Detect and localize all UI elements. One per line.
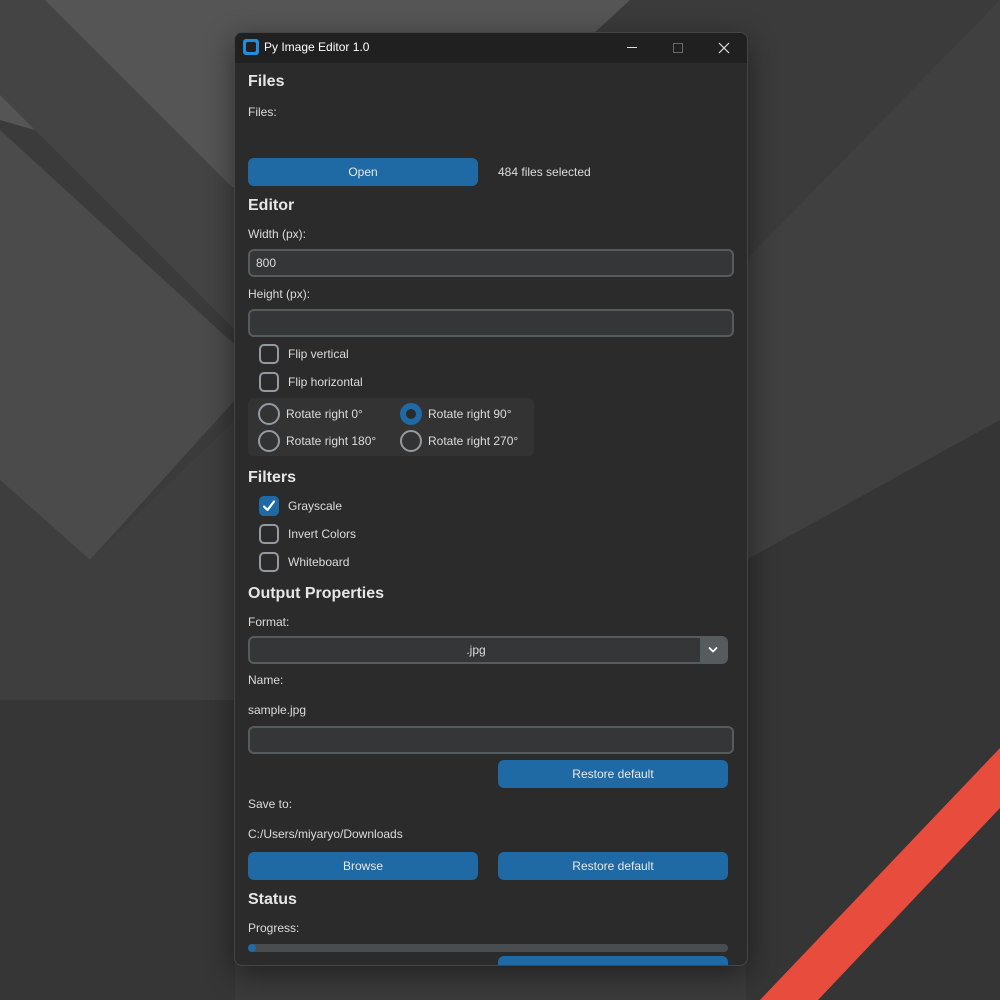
- rotate-0-radio[interactable]: [258, 403, 280, 425]
- name-value: sample.jpg: [248, 703, 307, 717]
- main-content: Files Files: Open 484 files selected Edi…: [235, 63, 747, 965]
- format-value: .jpg: [466, 643, 486, 657]
- progress-bar: [248, 944, 728, 952]
- progress-label: Progress:: [248, 921, 300, 935]
- save-to-label: Save to:: [248, 797, 293, 811]
- rotate-180-radio[interactable]: [258, 430, 280, 452]
- chevron-down-icon: [708, 647, 718, 653]
- rotate-0-label[interactable]: Rotate right 0°: [286, 407, 363, 421]
- minimize-button[interactable]: [609, 33, 655, 63]
- rotate-90-radio[interactable]: [400, 403, 422, 425]
- name-input[interactable]: [248, 726, 734, 754]
- flip-horizontal-label[interactable]: Flip horizontal: [288, 375, 363, 389]
- flip-horizontal-checkbox[interactable]: [259, 372, 279, 392]
- rotate-90-label[interactable]: Rotate right 90°: [428, 407, 512, 421]
- format-dropdown-button[interactable]: [700, 638, 726, 662]
- editor-heading: Editor: [248, 197, 295, 214]
- save-path-value: C:/Users/miyaryo/Downloads: [248, 827, 403, 841]
- whiteboard-label[interactable]: Whiteboard: [288, 555, 349, 569]
- browse-button[interactable]: Browse: [248, 852, 478, 880]
- height-input[interactable]: [248, 309, 734, 337]
- rotate-180-label[interactable]: Rotate right 180°: [286, 434, 376, 448]
- files-label: Files:: [248, 105, 277, 119]
- height-label: Height (px):: [248, 287, 311, 301]
- files-selected-count: 484 files selected: [498, 165, 591, 179]
- maximize-button[interactable]: [655, 33, 701, 63]
- format-label: Format:: [248, 615, 290, 629]
- width-label: Width (px):: [248, 227, 307, 241]
- checkmark-icon: [262, 500, 276, 512]
- restore-default-path-button[interactable]: Restore default: [498, 852, 728, 880]
- invert-colors-label[interactable]: Invert Colors: [288, 527, 356, 541]
- invert-colors-checkbox[interactable]: [259, 524, 279, 544]
- width-input[interactable]: [248, 249, 734, 277]
- start-button[interactable]: Start: [498, 956, 728, 965]
- flip-vertical-label[interactable]: Flip vertical: [288, 347, 349, 361]
- name-label: Name:: [248, 673, 284, 687]
- window-title: Py Image Editor 1.0: [264, 40, 370, 54]
- maximize-icon: [673, 43, 683, 53]
- app-logo-icon: [243, 39, 259, 55]
- progress-bar-fill: [248, 944, 256, 952]
- open-button[interactable]: Open: [248, 158, 478, 186]
- desktop: Py Image Editor 1.0 Files Files: Open 48…: [0, 0, 1000, 1000]
- restore-default-name-button[interactable]: Restore default: [498, 760, 728, 788]
- title-bar[interactable]: Py Image Editor 1.0: [235, 33, 747, 63]
- close-button[interactable]: [701, 33, 747, 63]
- rotate-270-label[interactable]: Rotate right 270°: [428, 434, 518, 448]
- status-heading: Status: [248, 891, 297, 908]
- close-icon: [718, 42, 730, 54]
- rotation-group: Rotate right 0° Rotate right 90° Rotate …: [248, 398, 534, 456]
- filters-heading: Filters: [248, 469, 297, 486]
- whiteboard-checkbox[interactable]: [259, 552, 279, 572]
- app-window: Py Image Editor 1.0 Files Files: Open 48…: [234, 32, 748, 966]
- flip-vertical-checkbox[interactable]: [259, 344, 279, 364]
- grayscale-label[interactable]: Grayscale: [288, 499, 342, 513]
- output-heading: Output Properties: [248, 585, 385, 602]
- grayscale-checkbox[interactable]: [259, 496, 279, 516]
- minimize-icon: [627, 47, 637, 48]
- format-dropdown[interactable]: .jpg: [248, 636, 728, 664]
- files-heading: Files: [248, 73, 285, 90]
- rotate-270-radio[interactable]: [400, 430, 422, 452]
